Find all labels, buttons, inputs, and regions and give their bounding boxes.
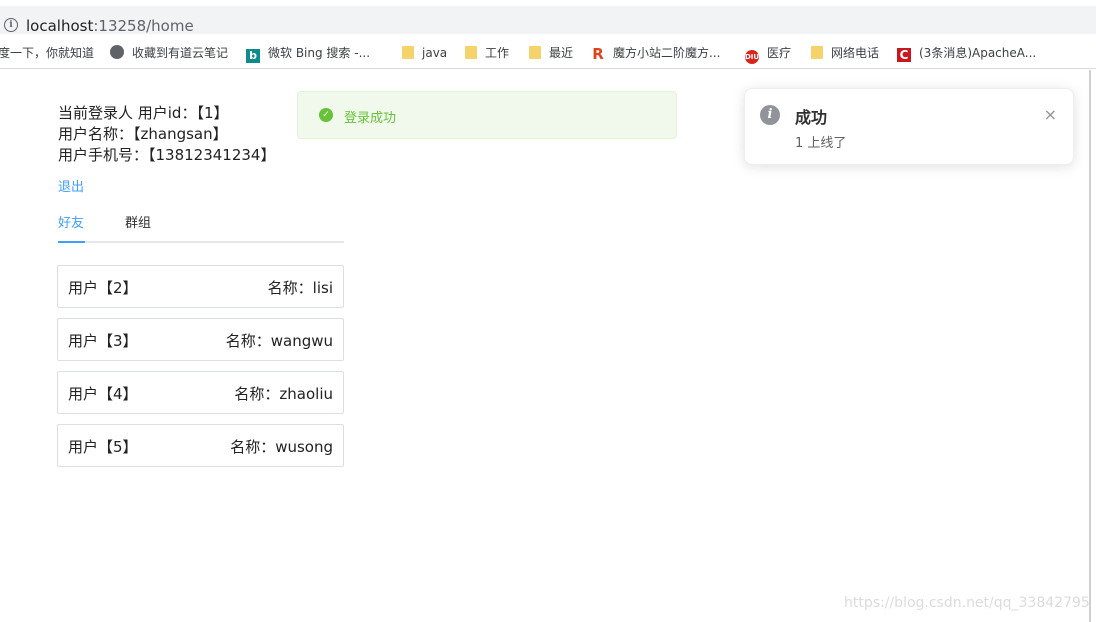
bookmark-work[interactable]: 工作 <box>465 44 509 62</box>
online-notification: i 成功 1 上线了 × <box>744 88 1074 165</box>
bing-icon: b <box>246 49 260 63</box>
folder-icon <box>465 46 477 59</box>
csdn-icon: C <box>897 48 911 62</box>
info-icon: i <box>760 105 780 125</box>
site-info-icon[interactable]: i <box>4 18 18 32</box>
user-phone: 用户手机号：【13812341234】 <box>58 146 276 164</box>
friend-name: 名称：wusong <box>230 438 333 456</box>
user-name: 用户名称：【zhangsan】 <box>58 125 228 143</box>
watermark: https://blog.csdn.net/qq_33842795 <box>844 595 1090 611</box>
bookmark-youdao[interactable]: 收藏到有道云笔记 <box>110 44 228 62</box>
friend-card[interactable]: 用户【4】 名称：zhaoliu <box>57 371 344 414</box>
friend-name: 名称：zhaoliu <box>234 385 333 403</box>
friend-id: 用户【5】 <box>68 438 138 456</box>
success-check-icon: ✓ <box>319 108 333 122</box>
tab-friends[interactable]: 好友 <box>58 212 84 231</box>
bookmark-java[interactable]: java <box>402 44 447 62</box>
bookmarks-bar: 度一下，你就知道 收藏到有道云笔记 b 微软 Bing 搜索 -... java … <box>0 38 1096 69</box>
friend-name: 名称：lisi <box>267 279 333 297</box>
bookmark-mofang[interactable]: R 魔方小站二阶魔方... <box>591 44 720 62</box>
address-bar: i localhost:13258/home <box>0 0 1096 36</box>
friend-card[interactable]: 用户【2】 名称：lisi <box>57 265 344 308</box>
current-user-id: 当前登录人 用户id：【1】 <box>58 104 229 122</box>
url-field[interactable]: i localhost:13258/home <box>0 6 1096 35</box>
tab-active-indicator <box>58 241 85 243</box>
friend-id: 用户【4】 <box>68 385 138 403</box>
bookmark-medical[interactable]: DIU 医疗 <box>745 44 791 64</box>
friend-id: 用户【2】 <box>68 279 138 297</box>
folder-icon <box>402 46 414 59</box>
globe-icon <box>110 45 124 59</box>
logout-link[interactable]: 退出 <box>58 176 84 195</box>
scrollbar[interactable] <box>1089 70 1091 622</box>
friend-id: 用户【3】 <box>68 332 138 350</box>
notification-content: 1 上线了 <box>795 136 847 151</box>
message-text: 登录成功 <box>344 111 397 126</box>
login-success-message: ✓ 登录成功 <box>297 91 677 139</box>
notification-title: 成功 <box>795 108 828 127</box>
folder-icon <box>529 46 541 59</box>
tab-groups[interactable]: 群组 <box>125 212 151 231</box>
friend-name: 名称：wangwu <box>225 332 333 350</box>
tabs: 好友 群组 <box>58 206 344 243</box>
r-logo-icon: R <box>591 45 605 63</box>
bookmark-phone[interactable]: 网络电话 <box>811 44 879 62</box>
folder-icon <box>811 46 823 59</box>
friend-card[interactable]: 用户【3】 名称：wangwu <box>57 318 344 361</box>
bookmark-csdn[interactable]: C (3条消息)ApacheA... <box>897 44 1036 62</box>
bookmark-baidu[interactable]: 度一下，你就知道 <box>0 44 94 62</box>
bookmark-recent[interactable]: 最近 <box>529 44 573 62</box>
friend-card[interactable]: 用户【5】 名称：wusong <box>57 424 344 467</box>
user-info: 当前登录人 用户id：【1】 用户名称：【zhangsan】 用户手机号：【13… <box>58 103 275 166</box>
diu-logo-icon: DIU <box>745 50 759 64</box>
close-icon[interactable]: × <box>1044 105 1057 124</box>
bookmark-bing[interactable]: b 微软 Bing 搜索 -... <box>246 44 370 63</box>
url-text[interactable]: localhost:13258/home <box>26 17 194 35</box>
